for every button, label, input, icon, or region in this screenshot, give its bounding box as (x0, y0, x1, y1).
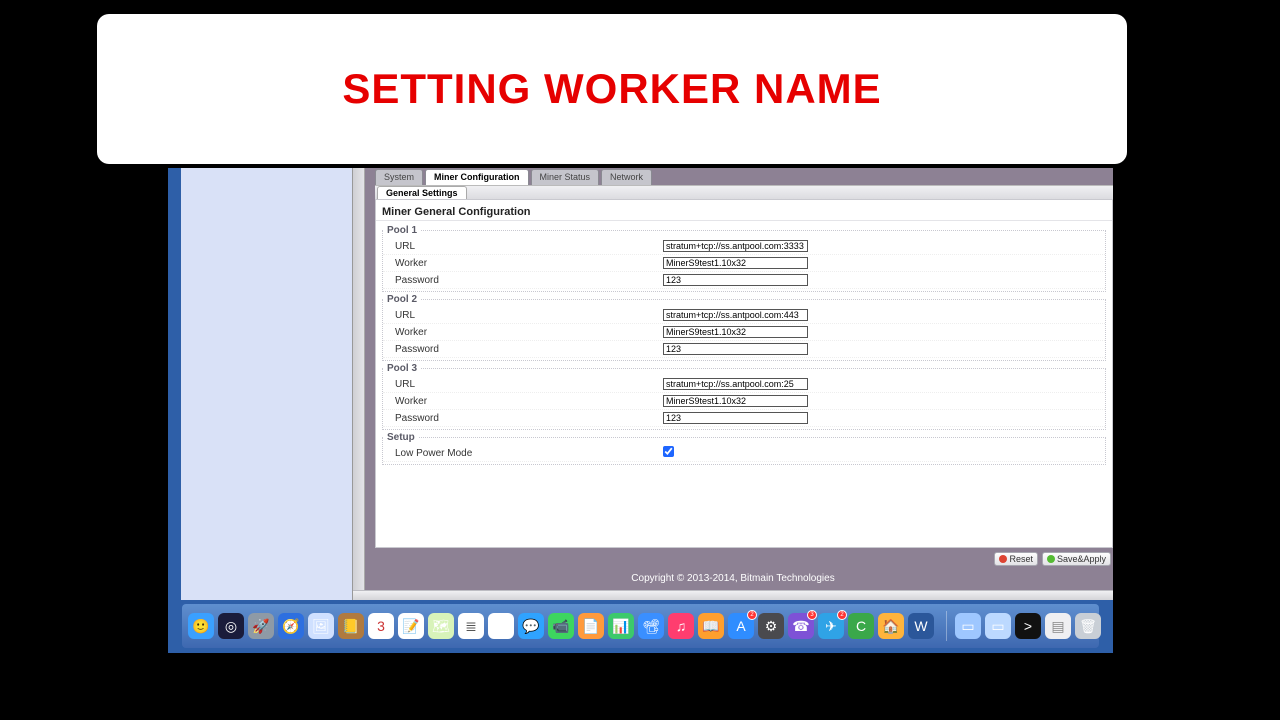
title-banner: SETTING WORKER NAME (97, 14, 1127, 164)
pool-2-url-row: URL (383, 307, 1105, 324)
pool-3-pass-row: Password (383, 410, 1105, 427)
macos-dock: 🙂◎🚀🧭🖼📒3📝🗺≣✿💬📹📄📊📽♫📖A2⚙☎3✈2C🏠W▭▭>▤🗑 (182, 604, 1099, 648)
pool-2-url-input[interactable] (663, 309, 808, 321)
pool-3-password-input[interactable] (663, 412, 808, 424)
viber-icon-badge: 3 (807, 610, 817, 620)
word-icon[interactable]: W (908, 613, 934, 639)
desktop2-thumb-icon[interactable]: ▭ (985, 613, 1011, 639)
save-apply-button[interactable]: Save&Apply (1042, 552, 1111, 566)
telegram-icon-badge: 2 (837, 610, 847, 620)
setup-legend: Setup (383, 432, 419, 443)
pool-3-pass-label: Password (383, 413, 663, 424)
window-scrollbar[interactable] (353, 168, 365, 600)
ibooks-icon[interactable]: 📖 (698, 613, 724, 639)
low-power-checkbox[interactable] (663, 446, 674, 457)
pool-1-pass-row: Password (383, 272, 1105, 289)
finder-sidebar (181, 168, 353, 600)
appstore-icon[interactable]: A2 (728, 613, 754, 639)
pool-3-url-row: URL (383, 376, 1105, 393)
reminders-icon[interactable]: ≣ (458, 613, 484, 639)
terminal-icon[interactable]: > (1015, 613, 1041, 639)
safari-icon[interactable]: 🧭 (278, 613, 304, 639)
desktop-thumb-icon[interactable]: ▭ (955, 613, 981, 639)
sub-tabs: General Settings (375, 185, 1113, 199)
top-tabs: System Miner Configuration Miner Status … (375, 169, 1113, 185)
low-power-label: Low Power Mode (383, 448, 663, 459)
appstore-icon-badge: 2 (747, 610, 757, 620)
numbers-icon[interactable]: 📊 (608, 613, 634, 639)
dock-separator (946, 611, 947, 641)
pool-3-worker-label: Worker (383, 396, 663, 407)
facetime-icon[interactable]: 📹 (548, 613, 574, 639)
pool-1-worker-input[interactable] (663, 257, 808, 269)
preview-icon[interactable]: 🖼 (308, 613, 334, 639)
content-panel: Miner General Configuration Pool 1 URL Wor… (375, 199, 1113, 548)
setup-fieldset: Setup Low Power Mode (382, 432, 1106, 465)
camtasia-icon[interactable]: C (848, 613, 874, 639)
telegram-icon[interactable]: ✈2 (818, 613, 844, 639)
home-icon[interactable]: 🏠 (878, 613, 904, 639)
launchpad-icon[interactable]: 🚀 (248, 613, 274, 639)
pool-3-worker-row: Worker (383, 393, 1105, 410)
reset-button[interactable]: Reset (994, 552, 1038, 566)
contacts-icon[interactable]: 📒 (338, 613, 364, 639)
maps-icon[interactable]: 🗺 (428, 613, 454, 639)
pool-2-worker-input[interactable] (663, 326, 808, 338)
viber-icon[interactable]: ☎3 (788, 613, 814, 639)
pool-3-legend: Pool 3 (383, 363, 421, 374)
subtab-general-settings[interactable]: General Settings (377, 186, 467, 199)
pool-1-worker-label: Worker (383, 258, 663, 269)
tab-miner-status[interactable]: Miner Status (531, 169, 600, 185)
pool-1-fieldset: Pool 1 URL Worker Password (382, 225, 1106, 292)
footer-buttons: Reset Save&Apply (994, 552, 1111, 566)
low-power-row: Low Power Mode (383, 445, 1105, 462)
miner-config-window: System Miner Configuration Miner Status … (353, 168, 1113, 600)
banner-title: SETTING WORKER NAME (342, 65, 881, 113)
finder-icon[interactable]: 🙂 (188, 613, 214, 639)
panel-body: Pool 1 URL Worker Password Pool 2 URL Worker Pa… (376, 221, 1112, 471)
siri-icon[interactable]: ◎ (218, 613, 244, 639)
pool-2-password-input[interactable] (663, 343, 808, 355)
panel-heading: Miner General Configuration (376, 200, 1112, 221)
pool-1-worker-row: Worker (383, 255, 1105, 272)
trash-icon[interactable]: 🗑 (1075, 613, 1101, 639)
pool-1-pass-label: Password (383, 275, 663, 286)
calendar-icon[interactable]: 3 (368, 613, 394, 639)
pool-2-pass-row: Password (383, 341, 1105, 358)
pool-2-url-label: URL (383, 310, 663, 321)
pool-2-pass-label: Password (383, 344, 663, 355)
pool-2-legend: Pool 2 (383, 294, 421, 305)
doc-icon[interactable]: ▤ (1045, 613, 1071, 639)
pool-1-url-row: URL (383, 238, 1105, 255)
pool-1-legend: Pool 1 (383, 225, 421, 236)
keynote-icon[interactable]: 📽 (638, 613, 664, 639)
notes-icon[interactable]: 📝 (398, 613, 424, 639)
tab-network[interactable]: Network (601, 169, 652, 185)
horizontal-scrollbar[interactable] (353, 590, 1113, 600)
save-icon (1047, 555, 1055, 563)
reset-icon (999, 555, 1007, 563)
photos-icon[interactable]: ✿ (488, 613, 514, 639)
pool-1-url-input[interactable] (663, 240, 808, 252)
pool-2-worker-row: Worker (383, 324, 1105, 341)
tab-miner-configuration[interactable]: Miner Configuration (425, 169, 529, 185)
tab-system[interactable]: System (375, 169, 423, 185)
pool-2-worker-label: Worker (383, 327, 663, 338)
pool-2-fieldset: Pool 2 URL Worker Password (382, 294, 1106, 361)
pool-3-url-label: URL (383, 379, 663, 390)
settings-icon[interactable]: ⚙ (758, 613, 784, 639)
save-label: Save&Apply (1057, 554, 1106, 564)
pool-1-password-input[interactable] (663, 274, 808, 286)
copyright-text: Copyright © 2013-2014, Bitmain Technolog… (353, 573, 1113, 584)
pool-1-url-label: URL (383, 241, 663, 252)
pages-icon[interactable]: 📄 (578, 613, 604, 639)
messages-icon[interactable]: 💬 (518, 613, 544, 639)
pool-3-url-input[interactable] (663, 378, 808, 390)
reset-label: Reset (1009, 554, 1033, 564)
desktop-area: System Miner Configuration Miner Status … (168, 168, 1113, 653)
itunes-icon[interactable]: ♫ (668, 613, 694, 639)
pool-3-fieldset: Pool 3 URL Worker Password (382, 363, 1106, 430)
pool-3-worker-input[interactable] (663, 395, 808, 407)
